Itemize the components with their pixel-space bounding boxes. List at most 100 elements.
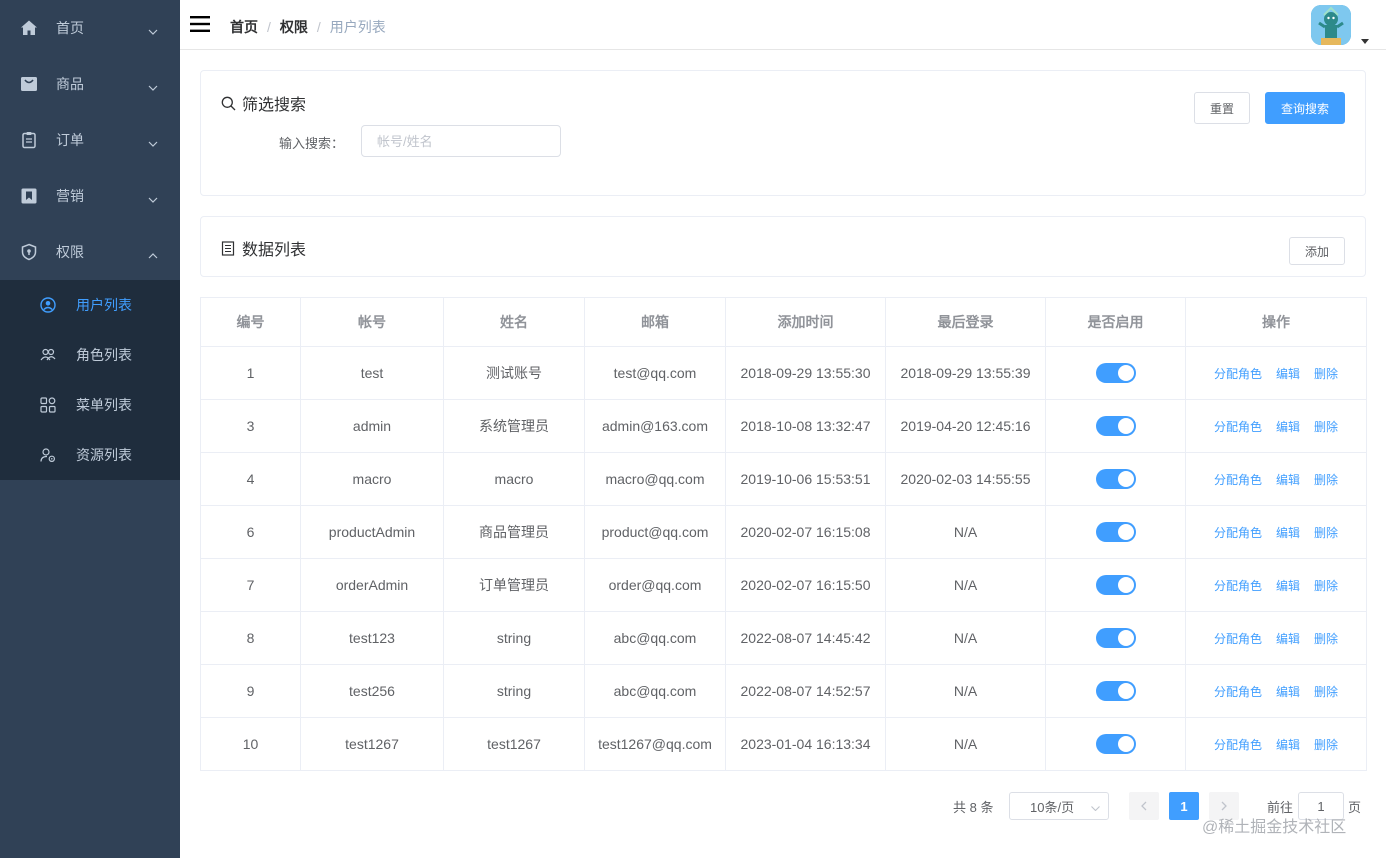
cell-email: order@qq.com	[584, 558, 726, 612]
page-size-select[interactable]: 10条/页	[1009, 792, 1109, 820]
user-table: 编号 帐号 姓名 邮箱 添加时间 最后登录 是否启用 操作 1 test 测试账号 t…	[200, 297, 1367, 771]
cell-actions: 分配角色 编辑 删除	[1185, 558, 1367, 612]
delete-link[interactable]: 删除	[1314, 632, 1338, 646]
cell-name: macro	[443, 452, 585, 506]
sidebar-item-menu-list[interactable]: 菜单列表	[0, 380, 180, 430]
enabled-toggle[interactable]	[1095, 681, 1136, 701]
sidebar-item-orders[interactable]: 订单	[0, 112, 180, 168]
assign-role-link[interactable]: 分配角色	[1214, 738, 1262, 752]
enabled-toggle[interactable]	[1095, 469, 1136, 489]
enabled-toggle[interactable]	[1095, 522, 1136, 542]
sidebar-item-label: 资源列表	[76, 447, 132, 463]
avatar[interactable]	[1311, 5, 1351, 45]
assign-role-link[interactable]: 分配角色	[1214, 685, 1262, 699]
delete-link[interactable]: 删除	[1314, 367, 1338, 381]
cell-created: 2020-02-07 16:15:08	[725, 505, 886, 559]
search-input[interactable]	[361, 125, 561, 157]
cell-last-login: N/A	[885, 558, 1046, 612]
table-row: 1 test 测试账号 test@qq.com 2018-09-29 13:55:30 2…	[200, 346, 1367, 400]
enabled-toggle[interactable]	[1095, 363, 1136, 383]
breadcrumb-permissions[interactable]: 权限	[280, 17, 308, 37]
breadcrumb-current: 用户列表	[329, 19, 386, 35]
cell-email: product@qq.com	[584, 505, 726, 559]
enabled-toggle[interactable]	[1095, 734, 1136, 754]
sidebar-item-user-list[interactable]: 用户列表	[0, 280, 180, 330]
table-row: 4 macro macro macro@qq.com 2019-10-06 15:53:…	[200, 452, 1367, 506]
sidebar-item-products[interactable]: 商品	[0, 56, 180, 112]
chevron-down-icon	[148, 134, 158, 150]
sidebar-item-label: 角色列表	[76, 347, 132, 363]
assign-role-link[interactable]: 分配角色	[1214, 526, 1262, 540]
grid-icon	[40, 397, 56, 413]
cell-created: 2020-02-07 16:15:50	[725, 558, 886, 612]
cell-name: 系统管理员	[443, 399, 585, 453]
page-number-button[interactable]: 1	[1169, 792, 1199, 820]
delete-link[interactable]: 删除	[1314, 473, 1338, 487]
chevron-down-icon	[148, 78, 158, 94]
cell-id: 1	[200, 346, 301, 400]
edit-link[interactable]: 编辑	[1276, 579, 1300, 593]
sidebar-item-label: 商品	[56, 76, 84, 92]
home-icon	[20, 19, 38, 37]
delete-link[interactable]: 删除	[1314, 420, 1338, 434]
delete-link[interactable]: 删除	[1314, 526, 1338, 540]
breadcrumb-home[interactable]: 首页	[230, 17, 258, 37]
sidebar-item-label: 订单	[56, 132, 84, 148]
cell-enabled	[1045, 558, 1186, 612]
sidebar-item-permissions[interactable]: 权限	[0, 224, 180, 280]
column-header-account: 帐号	[300, 297, 444, 347]
cell-last-login: 2020-02-03 14:55:55	[885, 452, 1046, 506]
cell-created: 2018-09-29 13:55:30	[725, 346, 886, 400]
cell-enabled	[1045, 452, 1186, 506]
permissions-submenu: 用户列表 角色列表 菜单列表 资源列表	[0, 280, 180, 480]
edit-link[interactable]: 编辑	[1276, 420, 1300, 434]
assign-role-link[interactable]: 分配角色	[1214, 579, 1262, 593]
assign-role-link[interactable]: 分配角色	[1214, 473, 1262, 487]
cell-last-login: N/A	[885, 611, 1046, 665]
add-button[interactable]: 添加	[1289, 237, 1345, 265]
delete-link[interactable]: 删除	[1314, 685, 1338, 699]
sidebar-item-home[interactable]: 首页	[0, 0, 180, 56]
edit-link[interactable]: 编辑	[1276, 473, 1300, 487]
cell-enabled	[1045, 611, 1186, 665]
breadcrumb-separator: /	[267, 19, 271, 35]
enabled-toggle[interactable]	[1095, 575, 1136, 595]
sidebar-item-resource-list[interactable]: 资源列表	[0, 430, 180, 480]
chevron-down-icon	[148, 22, 158, 38]
delete-link[interactable]: 删除	[1314, 579, 1338, 593]
cell-enabled	[1045, 346, 1186, 400]
sidebar-item-marketing[interactable]: 营销	[0, 168, 180, 224]
enabled-toggle[interactable]	[1095, 628, 1136, 648]
assign-role-link[interactable]: 分配角色	[1214, 367, 1262, 381]
chevron-down-icon	[1091, 799, 1100, 814]
sidebar-item-role-list[interactable]: 角色列表	[0, 330, 180, 380]
hamburger-menu-icon[interactable]	[190, 15, 210, 33]
cell-name: 测试账号	[443, 346, 585, 400]
prev-page-button[interactable]	[1129, 792, 1159, 820]
edit-link[interactable]: 编辑	[1276, 526, 1300, 540]
assign-role-link[interactable]: 分配角色	[1214, 420, 1262, 434]
cell-last-login: N/A	[885, 717, 1046, 771]
shield-icon	[20, 243, 38, 261]
cell-enabled	[1045, 505, 1186, 559]
enabled-toggle[interactable]	[1095, 416, 1136, 436]
pagination-total: 共 8 条	[953, 799, 994, 815]
search-button[interactable]: 查询搜索	[1265, 92, 1345, 124]
caret-down-icon[interactable]	[1361, 31, 1369, 47]
edit-link[interactable]: 编辑	[1276, 685, 1300, 699]
edit-link[interactable]: 编辑	[1276, 738, 1300, 752]
cell-email: admin@163.com	[584, 399, 726, 453]
cell-account: test123	[300, 611, 444, 665]
table-row: 6 productAdmin 商品管理员 product@qq.com 2020-02-…	[200, 505, 1367, 559]
column-header-actions: 操作	[1185, 297, 1367, 347]
cell-last-login: 2019-04-20 12:45:16	[885, 399, 1046, 453]
assign-role-link[interactable]: 分配角色	[1214, 632, 1262, 646]
edit-link[interactable]: 编辑	[1276, 367, 1300, 381]
reset-button[interactable]: 重置	[1194, 92, 1250, 124]
edit-link[interactable]: 编辑	[1276, 632, 1300, 646]
delete-link[interactable]: 删除	[1314, 738, 1338, 752]
chevron-right-icon	[1221, 799, 1227, 814]
cell-last-login: N/A	[885, 664, 1046, 718]
cell-email: abc@qq.com	[584, 664, 726, 718]
page-size-value: 10条/页	[1030, 799, 1075, 815]
